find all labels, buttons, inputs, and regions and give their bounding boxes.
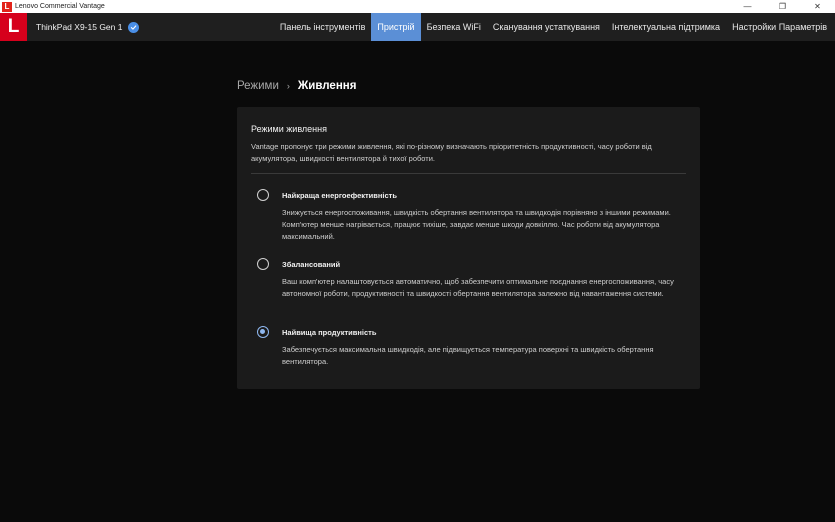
breadcrumb-current: Живлення xyxy=(297,80,357,92)
nav-hardware-scan[interactable]: Сканування устаткування xyxy=(487,13,606,41)
card-title: Режими живлення xyxy=(251,124,327,134)
breadcrumb-modes-link[interactable]: Режими xyxy=(237,80,279,92)
nav-dashboard[interactable]: Панель інструментів xyxy=(274,13,372,41)
minimize-button[interactable]: — xyxy=(730,0,765,13)
radio-button[interactable] xyxy=(257,258,269,270)
option-description: Ваш комп'ютер налаштовується автоматично… xyxy=(282,277,674,298)
check-circle-icon xyxy=(128,21,140,33)
radio-button[interactable] xyxy=(257,189,269,201)
power-modes-card: Режими живлення Vantage пропонує три реж… xyxy=(237,107,700,389)
restore-button[interactable]: ❐ xyxy=(765,0,800,13)
nav-smart-support[interactable]: Інтелектуальна підтримка xyxy=(606,13,726,41)
main-nav: Панель інструментів Пристрій Безпека WiF… xyxy=(274,13,833,41)
nav-device[interactable]: Пристрій xyxy=(371,13,421,41)
breadcrumb: Режими › Живлення xyxy=(237,80,356,92)
divider xyxy=(251,173,686,174)
nav-wifi-security[interactable]: Безпека WiFi xyxy=(421,13,487,41)
option-label: Збалансований xyxy=(282,260,341,269)
chevron-right-icon: › xyxy=(286,81,290,91)
window-titlebar: L Lenovo Commercial Vantage — ❐ ✕ xyxy=(0,0,835,13)
window-controls: — ❐ ✕ xyxy=(730,0,835,13)
nav-settings[interactable]: Настройки Параметрів xyxy=(726,13,833,41)
option-description: Забезпечується максимальна швидкодія, ал… xyxy=(282,345,654,366)
device-name: ThinkPad X9-15 Gen 1 xyxy=(36,22,123,32)
close-button[interactable]: ✕ xyxy=(800,0,835,13)
app-logo-icon: L xyxy=(2,1,12,12)
window-title: Lenovo Commercial Vantage xyxy=(15,3,105,10)
option-label: Найвища продуктивність xyxy=(282,328,377,337)
app-header: L ThinkPad X9-15 Gen 1 Панель інструмент… xyxy=(0,13,835,41)
option-label: Найкраща енергоефективність xyxy=(282,191,397,200)
option-description: Знижується енергоспоживання, швидкість о… xyxy=(282,208,671,241)
brand-logo-icon[interactable]: L xyxy=(0,13,27,41)
radio-button-selected[interactable] xyxy=(257,326,269,338)
card-description: Vantage пропонує три режими живлення, як… xyxy=(251,142,652,163)
